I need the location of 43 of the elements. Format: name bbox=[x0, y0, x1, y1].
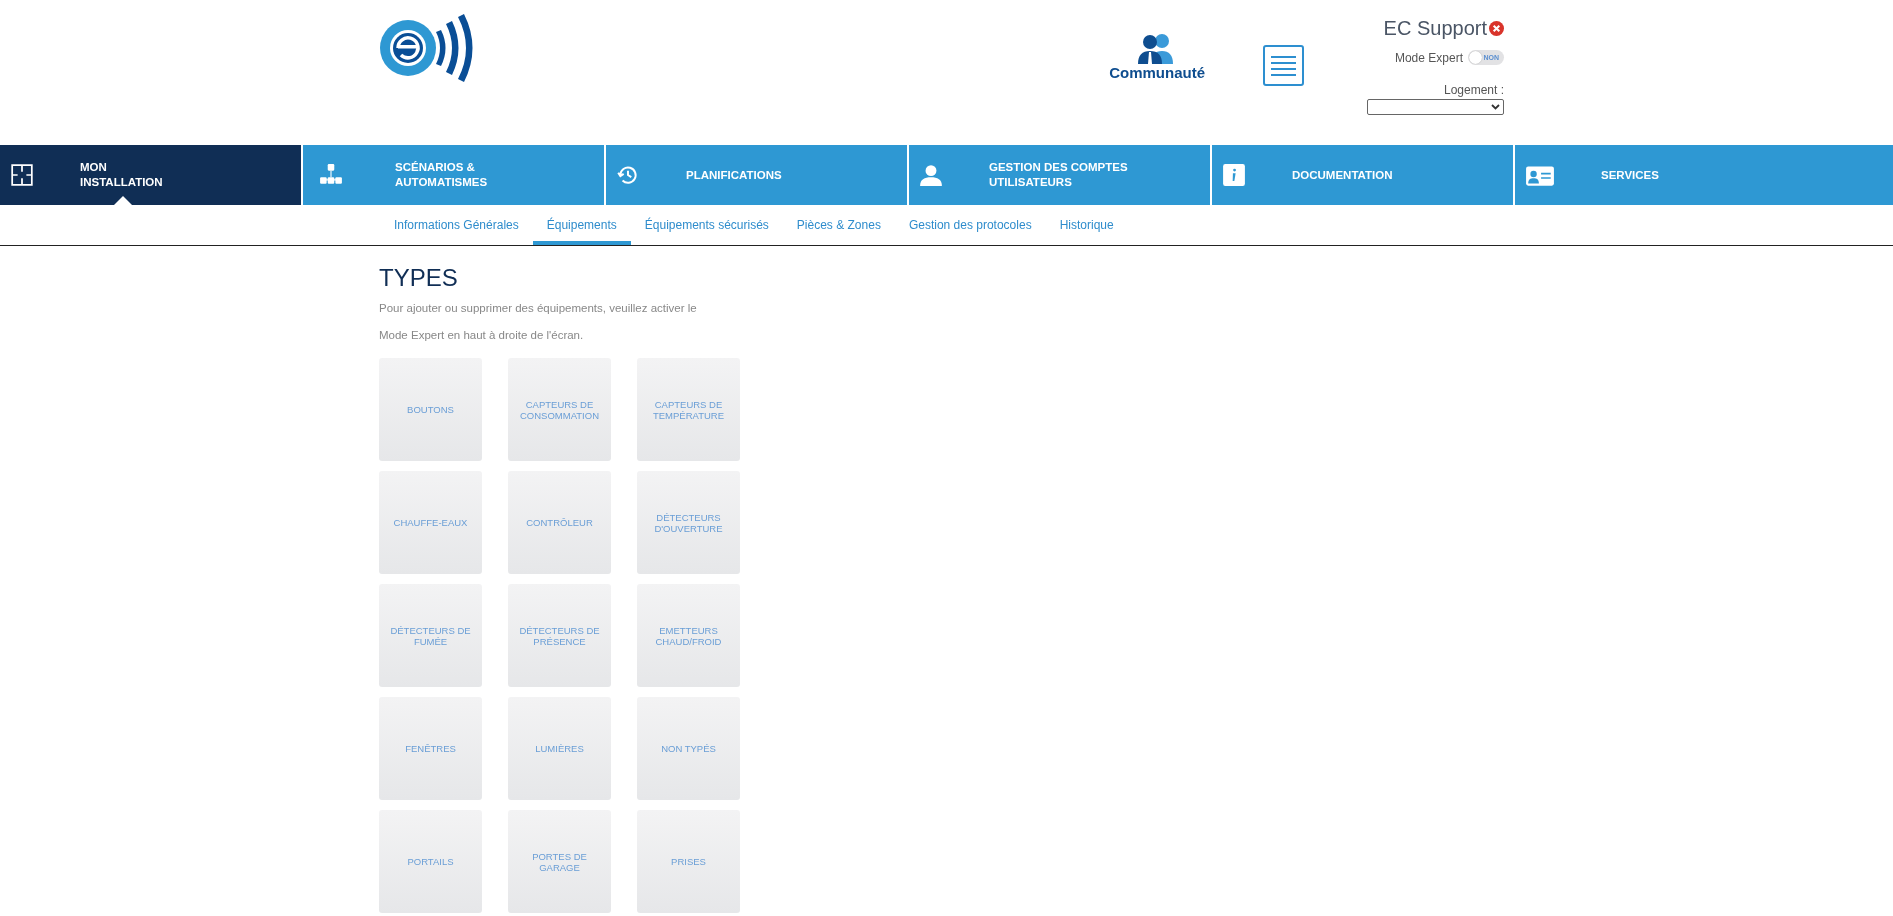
type-tile[interactable]: BOUTONS bbox=[379, 358, 482, 461]
id-card-icon bbox=[1525, 163, 1555, 187]
nav-tab[interactable]: GESTION DES COMPTES UTILISATEURS bbox=[909, 145, 1210, 205]
type-tile[interactable]: CAPTEURS DE CONSOMMATION bbox=[508, 358, 611, 461]
type-tile[interactable]: EMETTEURS CHAUD/FROID bbox=[637, 584, 740, 687]
type-tile[interactable]: CONTRÔLEUR bbox=[508, 471, 611, 574]
type-tile[interactable]: FENÊTRES bbox=[379, 697, 482, 800]
section-title: TYPES bbox=[379, 264, 459, 292]
active-tab-pointer bbox=[114, 196, 132, 205]
sub-tab[interactable]: Historique bbox=[1045, 205, 1128, 245]
nav-tab[interactable]: DOCUMENTATION bbox=[1212, 145, 1513, 205]
nav-tab[interactable]: SCÉNARIOS & AUTOMATISMES bbox=[303, 145, 604, 205]
housing-label: Logement : bbox=[1443, 83, 1504, 97]
nav-tab[interactable]: MON INSTALLATION bbox=[0, 145, 301, 205]
chevron-down-icon bbox=[1491, 104, 1500, 110]
type-tile[interactable]: DÉTECTEURS D'OUVERTURE bbox=[637, 471, 740, 574]
sub-tab[interactable]: Pièces & Zones bbox=[782, 205, 895, 245]
housing-select[interactable] bbox=[1367, 99, 1504, 115]
user-name: EC Support bbox=[1383, 17, 1487, 40]
type-tile[interactable]: CAPTEURS DE TEMPÉRATURE bbox=[637, 358, 740, 461]
expert-mode-label: Mode Expert bbox=[1394, 50, 1463, 65]
user-icon bbox=[919, 163, 943, 187]
nav-tab[interactable]: SERVICES bbox=[1515, 145, 1893, 205]
sub-tab[interactable]: Gestion des protocoles bbox=[894, 205, 1046, 245]
community-link[interactable]: Communauté bbox=[1109, 32, 1205, 81]
floor-plan-icon bbox=[10, 163, 34, 187]
sub-tab[interactable]: Équipements bbox=[532, 205, 631, 245]
history-icon bbox=[616, 163, 640, 187]
close-icon[interactable] bbox=[1489, 21, 1504, 36]
menu-button[interactable] bbox=[1263, 45, 1304, 86]
type-tile[interactable]: PORTAILS bbox=[379, 810, 482, 913]
type-tile[interactable]: DÉTECTEURS DE PRÉSENCE bbox=[508, 584, 611, 687]
description-text: Pour ajouter ou supprimer des équipements, veuillez activer le Mode Expert en haut à droite de l'écran. bbox=[379, 301, 698, 343]
type-tile[interactable]: LUMIÈRES bbox=[508, 697, 611, 800]
sub-tab[interactable]: Informations Générales bbox=[380, 205, 533, 245]
nav-tab[interactable]: PLANIFICATIONS bbox=[606, 145, 907, 205]
type-tile[interactable]: PORTES DE GARAGE bbox=[508, 810, 611, 913]
type-tile[interactable]: PRISES bbox=[637, 810, 740, 913]
sub-tab[interactable]: Équipements sécurisés bbox=[630, 205, 783, 245]
type-tile[interactable]: DÉTECTEURS DE FUMÉE bbox=[379, 584, 482, 687]
type-tile[interactable]: NON TYPÉS bbox=[637, 697, 740, 800]
type-tile[interactable]: CHAUFFE-EAUX bbox=[379, 471, 482, 574]
info-icon bbox=[1222, 163, 1246, 187]
